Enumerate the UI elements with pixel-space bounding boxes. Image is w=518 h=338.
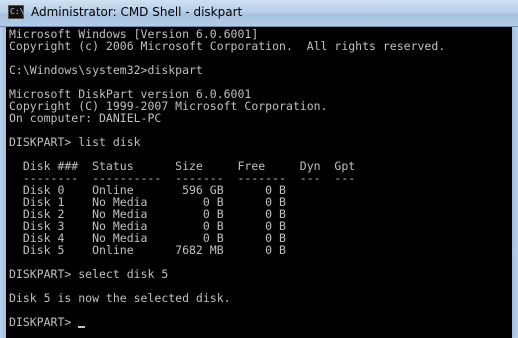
window-title: Administrator: CMD Shell - diskpart: [31, 5, 243, 19]
console-line: Disk 5 Online 7682 MB 0 B: [9, 244, 445, 256]
console-line-text: DISKPART> select disk 5: [9, 267, 169, 281]
console-text: Microsoft Windows [Version 6.0.6001] Copy…: [9, 28, 445, 328]
console-line-text: DISKPART> list disk: [9, 135, 141, 149]
window-frame-right: [512, 27, 518, 338]
console-line: On computer: DANIEL-PC: [9, 112, 445, 124]
console-line: DISKPART> select disk 5: [9, 268, 445, 280]
cmd-window: C:\ Administrator: CMD Shell - diskpart …: [0, 0, 518, 338]
console-line-text: Disk 5 is now the selected disk.: [9, 291, 231, 305]
console-line: DISKPART> list disk: [9, 136, 445, 148]
console-line: Disk 5 is now the selected disk.: [9, 292, 445, 304]
console-line: Copyright (c) 2006 Microsoft Corporation…: [9, 40, 445, 52]
title-bar[interactable]: C:\ Administrator: CMD Shell - diskpart: [0, 0, 518, 27]
cmd-icon: C:\: [8, 5, 24, 19]
console-line: DISKPART>: [9, 316, 445, 328]
console-line-text: Disk 5 Online 7682 MB 0 B: [9, 243, 286, 257]
console-line-text: Copyright (c) 2006 Microsoft Corporation…: [9, 39, 446, 53]
console-output[interactable]: Microsoft Windows [Version 6.0.6001] Copy…: [6, 27, 512, 338]
text-cursor: [78, 326, 86, 328]
console-line-text: On computer: DANIEL-PC: [9, 111, 162, 125]
console-line-text: C:\Windows\system32>diskpart: [9, 63, 203, 77]
console-line: C:\Windows\system32>diskpart: [9, 64, 445, 76]
console-line-text: DISKPART>: [9, 315, 79, 329]
